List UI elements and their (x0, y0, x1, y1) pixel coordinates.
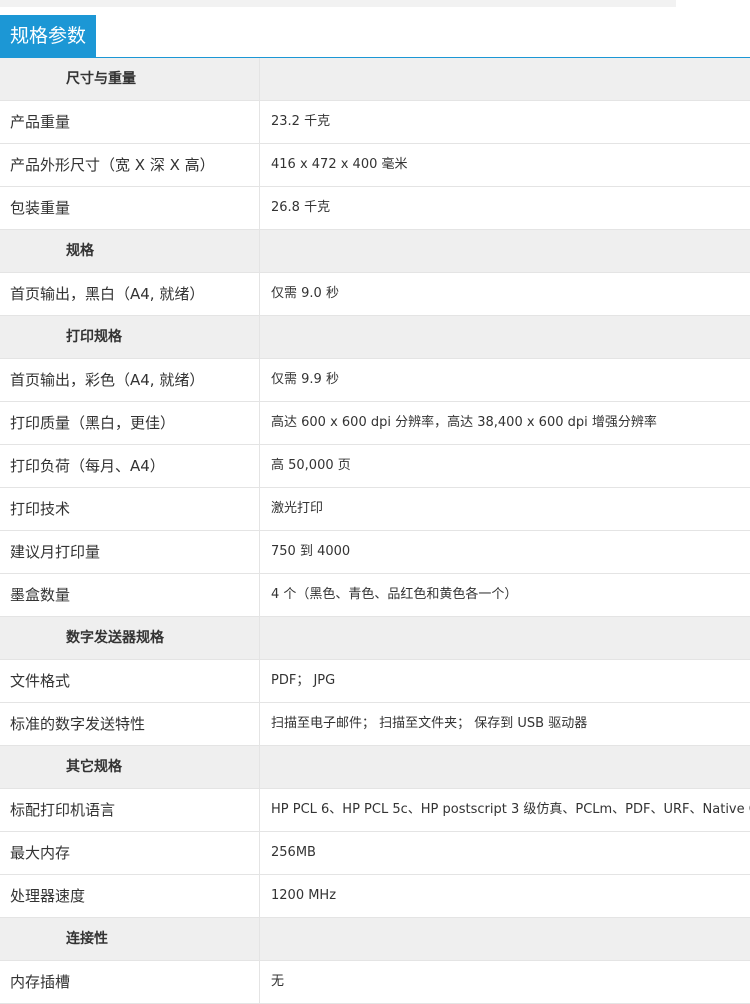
section-header-row: 其它规格 (0, 746, 750, 789)
spec-table: 尺寸与重量 产品重量 23.2 千克 产品外形尺寸（宽 X 深 X 高） 416 x 4… (0, 58, 750, 1004)
spec-label: 墨盒数量 (0, 574, 260, 616)
spec-value: 4 个（黑色、青色、品红色和黄色各一个） (271, 587, 518, 602)
spec-value: 高 50,000 页 (271, 458, 351, 473)
section-empty-cell (260, 316, 750, 358)
section-header-row: 数字发送器规格 (0, 617, 750, 660)
spec-label: 标准的数字发送特性 (0, 703, 260, 745)
spec-label: 标配打印机语言 (0, 789, 260, 831)
section-title: 连接性 (0, 918, 260, 960)
spec-value: HP PCL 6、HP PCL 5c、HP postscript 3 级仿真、P… (271, 802, 750, 817)
spec-row: 墨盒数量 4 个（黑色、青色、品红色和黄色各一个） (0, 574, 750, 617)
section-header-row: 打印规格 (0, 316, 750, 359)
section-empty-cell (260, 746, 750, 788)
spec-row: 包装重量 26.8 千克 (0, 187, 750, 230)
spec-value: 26.8 千克 (271, 200, 331, 215)
spec-row: 文件格式 PDF； JPG (0, 660, 750, 703)
spec-label: 首页输出，彩色（A4, 就绪） (0, 359, 260, 401)
section-header-row: 连接性 (0, 918, 750, 961)
spec-label: 处理器速度 (0, 875, 260, 917)
section-empty-cell (260, 918, 750, 960)
spec-label: 包装重量 (0, 187, 260, 229)
spec-header: 规格参数 (0, 7, 750, 63)
spec-row: 处理器速度 1200 MHz (0, 875, 750, 918)
spec-label: 打印质量（黑白，更佳） (0, 402, 260, 444)
spec-value: 扫描至电子邮件； 扫描至文件夹； 保存到 USB 驱动器 (271, 716, 588, 731)
spec-value: 高达 600 x 600 dpi 分辨率，高达 38,400 x 600 dpi… (271, 415, 657, 430)
spec-label: 首页输出，黑白（A4, 就绪） (0, 273, 260, 315)
spec-row: 打印质量（黑白，更佳） 高达 600 x 600 dpi 分辨率，高达 38,40… (0, 402, 750, 445)
spec-label: 打印负荷（每月、A4） (0, 445, 260, 487)
spec-row: 标配打印机语言 HP PCL 6、HP PCL 5c、HP postscript … (0, 789, 750, 832)
section-header-row: 尺寸与重量 (0, 58, 750, 101)
section-title: 尺寸与重量 (0, 58, 260, 100)
spec-row: 内存插槽无 (0, 961, 750, 1004)
top-divider (0, 0, 676, 7)
spec-label: 产品重量 (0, 101, 260, 143)
spec-label: 建议月打印量 (0, 531, 260, 573)
spec-value: 23.2 千克 (271, 114, 331, 129)
spec-row: 最大内存 256MB (0, 832, 750, 875)
section-empty-cell (260, 230, 750, 272)
section-title: 数字发送器规格 (0, 617, 260, 659)
spec-value: 仅需 9.9 秒 (271, 372, 339, 387)
spec-value: 仅需 9.0 秒 (271, 286, 339, 301)
spec-row: 标准的数字发送特性 扫描至电子邮件； 扫描至文件夹； 保存到 USB 驱动器 (0, 703, 750, 746)
spec-row: 打印负荷（每月、A4） 高 50,000 页 (0, 445, 750, 488)
spec-value: 256MB (271, 845, 316, 860)
spec-label: 内存插槽 (0, 961, 260, 1003)
spec-label: 文件格式 (0, 660, 260, 702)
spec-value: 750 到 4000 (271, 544, 351, 559)
section-empty-cell (260, 58, 750, 100)
spec-value: 416 x 472 x 400 毫米 (271, 157, 408, 172)
spec-row: 建议月打印量 750 到 4000 (0, 531, 750, 574)
section-title: 其它规格 (0, 746, 260, 788)
spec-label: 打印技术 (0, 488, 260, 530)
spec-title-tab[interactable]: 规格参数 (0, 15, 97, 57)
spec-label: 最大内存 (0, 832, 260, 874)
spec-value: 激光打印 (271, 501, 324, 516)
spec-value: PDF； JPG (271, 673, 336, 688)
section-title: 打印规格 (0, 316, 260, 358)
spec-value: 1200 MHz (271, 888, 337, 903)
spec-row: 产品重量 23.2 千克 (0, 101, 750, 144)
spec-value: 无 (271, 974, 285, 989)
section-empty-cell (260, 617, 750, 659)
section-header-row: 规格 (0, 230, 750, 273)
spec-row: 首页输出，黑白（A4, 就绪） 仅需 9.0 秒 (0, 273, 750, 316)
section-title: 规格 (0, 230, 260, 272)
spec-row: 打印技术 激光打印 (0, 488, 750, 531)
spec-row: 首页输出，彩色（A4, 就绪） 仅需 9.9 秒 (0, 359, 750, 402)
spec-label: 产品外形尺寸（宽 X 深 X 高） (0, 144, 260, 186)
spec-row: 产品外形尺寸（宽 X 深 X 高） 416 x 472 x 400 毫米 (0, 144, 750, 187)
